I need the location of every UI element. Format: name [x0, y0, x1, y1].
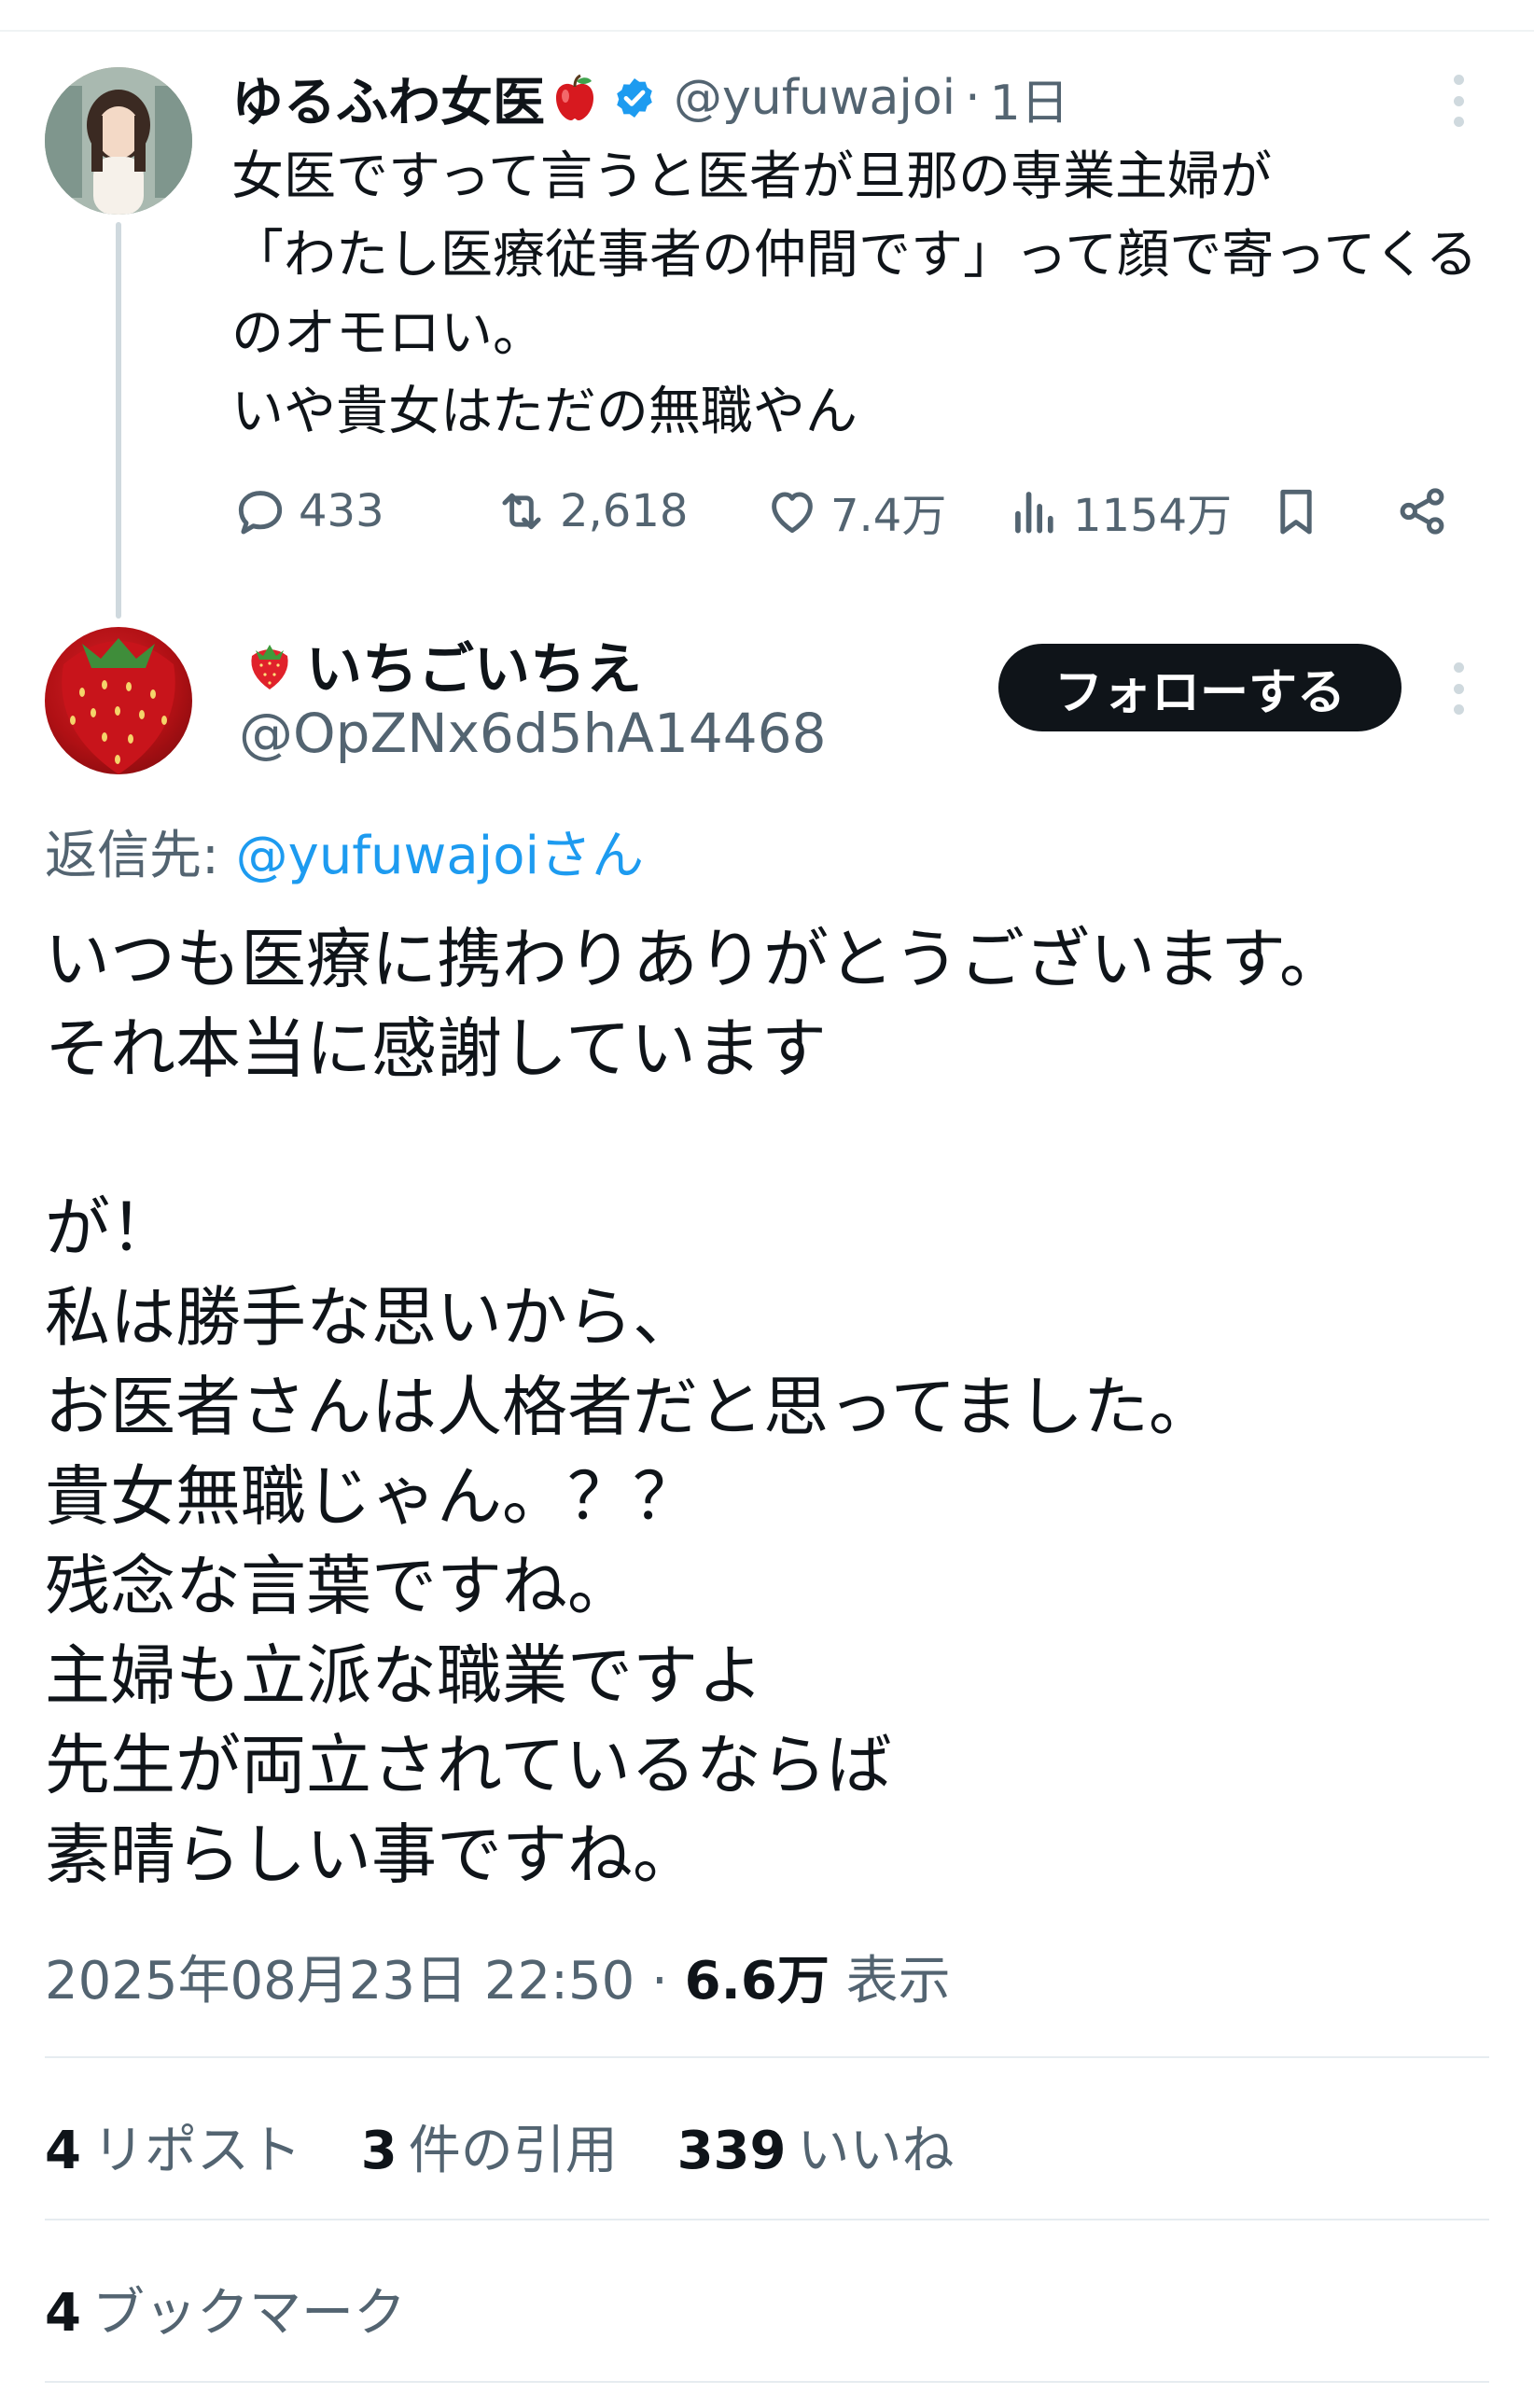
share-icon — [1400, 488, 1444, 535]
likes-stat[interactable]: 339 いいね — [677, 2121, 955, 2181]
bookmarks-label: ブックマーク — [91, 2283, 406, 2344]
reply-timestamp[interactable]: 2025年08月23日 22:50 — [45, 1951, 635, 2011]
top-divider — [0, 30, 1534, 32]
bookmark-icon — [1280, 489, 1312, 535]
original-tweet-action-bar: 433 2,618 7.4万 1154万 — [231, 474, 1463, 549]
quotes-stat[interactable]: 3 件の引用 — [361, 2121, 618, 2181]
reply-tweet-meta: 2025年08月23日 22:50 · 6.6万 表示 — [45, 1939, 951, 2014]
bookmark-button[interactable] — [1267, 474, 1334, 549]
quotes-label: 件の引用 — [408, 2121, 618, 2181]
reply-count: 433 — [299, 485, 384, 537]
verified-badge-icon[interactable] — [612, 76, 657, 120]
replying-to-handle-link[interactable]: @yufuwajoiさん — [236, 826, 644, 886]
likes-label: いいね — [797, 2121, 955, 2181]
bookmarks-stat[interactable]: 4 ブックマーク — [45, 2271, 406, 2346]
follow-button[interactable]: フォローする — [998, 644, 1402, 731]
reply-author-name[interactable]: いちごいちえ — [306, 624, 642, 705]
reply-more-options-icon[interactable] — [1454, 662, 1465, 715]
original-tweet-time[interactable]: 1日 — [990, 63, 1069, 133]
original-tweet-header: ゆるふわ女医 @yufuwajoi · 1日 — [231, 63, 1069, 133]
bookmarks-count: 4 — [45, 2283, 81, 2344]
retweet-count: 2,618 — [560, 485, 689, 537]
reply-icon — [238, 491, 283, 535]
original-author-name[interactable]: ゆるふわ女医 — [231, 61, 545, 136]
apple-emoji-icon — [551, 74, 599, 122]
views-count: 1154万 — [1073, 490, 1233, 542]
replying-to-line: 返信先: @yufuwajoiさん — [45, 814, 644, 889]
meta-separator: · — [635, 1951, 685, 2011]
share-button[interactable] — [1393, 474, 1460, 549]
reposts-label: リポスト — [91, 2121, 301, 2181]
reply-views-label: 表示 — [829, 1951, 951, 2011]
like-button[interactable]: 7.4万 — [763, 474, 946, 549]
strawberry-emoji-icon — [243, 637, 297, 691]
strawberry-avatar-illustration — [62, 638, 175, 774]
divider — [45, 2219, 1489, 2220]
original-author-avatar[interactable] — [45, 67, 192, 215]
reply-button[interactable]: 433 — [231, 474, 384, 549]
reply-tweet-text: いつも医療に携わりありがとうございます。 それ本当に感謝しています が！ 私は勝… — [45, 921, 1345, 1893]
header-separator: · — [965, 70, 981, 126]
reply-views-count: 6.6万 — [684, 1951, 830, 2011]
original-author-handle[interactable]: @yufuwajoi — [674, 70, 955, 126]
avatar-illustration — [45, 67, 192, 215]
reply-author-name-row: いちごいちえ — [243, 631, 642, 703]
views-icon — [1015, 492, 1053, 534]
thread-connector-line — [116, 222, 121, 619]
reposts-count: 4 — [45, 2121, 81, 2181]
likes-count: 339 — [676, 2121, 787, 2181]
retweet-icon — [502, 493, 541, 530]
more-options-icon[interactable] — [1454, 75, 1465, 127]
reply-author-handle[interactable]: @OpZNx6d5hA14468 — [239, 702, 826, 765]
reply-stats-row: 4 リポスト 3 件の引用 339 いいね — [45, 2109, 997, 2184]
divider — [45, 2056, 1489, 2058]
quotes-count: 3 — [360, 2121, 397, 2181]
divider — [45, 2381, 1489, 2383]
original-tweet-text: 女医ですって言うと医者が旦那の専業主婦が 「わたし医療従事者の仲間です」って顔で… — [231, 146, 1478, 442]
reply-author-avatar[interactable] — [45, 627, 192, 774]
views-button[interactable]: 1154万 — [1006, 474, 1232, 549]
like-count: 7.4万 — [830, 490, 947, 542]
like-icon — [772, 492, 813, 534]
replying-to-prefix: 返信先: — [45, 826, 236, 886]
retweet-button[interactable]: 2,618 — [493, 474, 688, 549]
reposts-stat[interactable]: 4 リポスト — [45, 2121, 301, 2181]
